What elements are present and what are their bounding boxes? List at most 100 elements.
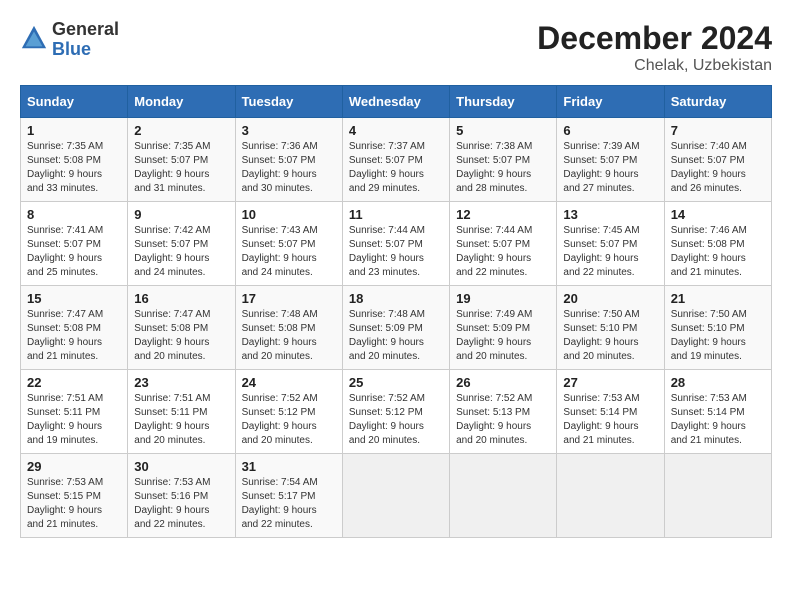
- day-number: 27: [563, 375, 657, 390]
- calendar-week-5: 29 Sunrise: 7:53 AM Sunset: 5:15 PM Dayl…: [21, 454, 772, 538]
- calendar-cell: [342, 454, 449, 538]
- day-detail: Sunrise: 7:44 AM Sunset: 5:07 PM Dayligh…: [456, 224, 550, 280]
- day-detail: Sunrise: 7:47 AM Sunset: 5:08 PM Dayligh…: [27, 308, 121, 364]
- calendar-week-2: 8 Sunrise: 7:41 AM Sunset: 5:07 PM Dayli…: [21, 202, 772, 286]
- day-detail: Sunrise: 7:51 AM Sunset: 5:11 PM Dayligh…: [27, 392, 121, 448]
- day-detail: Sunrise: 7:50 AM Sunset: 5:10 PM Dayligh…: [563, 308, 657, 364]
- calendar-cell: 15 Sunrise: 7:47 AM Sunset: 5:08 PM Dayl…: [21, 286, 128, 370]
- title-area: December 2024 Chelak, Uzbekistan: [537, 20, 772, 75]
- calendar-cell: [557, 454, 664, 538]
- subtitle: Chelak, Uzbekistan: [537, 57, 772, 75]
- day-number: 7: [671, 123, 765, 138]
- day-number: 26: [456, 375, 550, 390]
- col-saturday: Saturday: [664, 86, 771, 118]
- calendar-cell: 17 Sunrise: 7:48 AM Sunset: 5:08 PM Dayl…: [235, 286, 342, 370]
- logo-icon: [20, 24, 48, 57]
- day-number: 1: [27, 123, 121, 138]
- calendar-cell: 19 Sunrise: 7:49 AM Sunset: 5:09 PM Dayl…: [450, 286, 557, 370]
- day-detail: Sunrise: 7:35 AM Sunset: 5:08 PM Dayligh…: [27, 140, 121, 196]
- calendar-cell: 29 Sunrise: 7:53 AM Sunset: 5:15 PM Dayl…: [21, 454, 128, 538]
- day-number: 2: [134, 123, 228, 138]
- calendar-cell: 5 Sunrise: 7:38 AM Sunset: 5:07 PM Dayli…: [450, 118, 557, 202]
- day-detail: Sunrise: 7:46 AM Sunset: 5:08 PM Dayligh…: [671, 224, 765, 280]
- day-detail: Sunrise: 7:52 AM Sunset: 5:12 PM Dayligh…: [242, 392, 336, 448]
- day-number: 31: [242, 459, 336, 474]
- day-number: 17: [242, 291, 336, 306]
- col-tuesday: Tuesday: [235, 86, 342, 118]
- day-detail: Sunrise: 7:50 AM Sunset: 5:10 PM Dayligh…: [671, 308, 765, 364]
- day-number: 21: [671, 291, 765, 306]
- calendar-week-4: 22 Sunrise: 7:51 AM Sunset: 5:11 PM Dayl…: [21, 370, 772, 454]
- day-number: 14: [671, 207, 765, 222]
- day-detail: Sunrise: 7:49 AM Sunset: 5:09 PM Dayligh…: [456, 308, 550, 364]
- day-detail: Sunrise: 7:47 AM Sunset: 5:08 PM Dayligh…: [134, 308, 228, 364]
- col-wednesday: Wednesday: [342, 86, 449, 118]
- calendar-header-row: Sunday Monday Tuesday Wednesday Thursday…: [21, 86, 772, 118]
- day-number: 3: [242, 123, 336, 138]
- day-number: 4: [349, 123, 443, 138]
- day-detail: Sunrise: 7:43 AM Sunset: 5:07 PM Dayligh…: [242, 224, 336, 280]
- day-number: 25: [349, 375, 443, 390]
- day-detail: Sunrise: 7:51 AM Sunset: 5:11 PM Dayligh…: [134, 392, 228, 448]
- calendar-cell: 26 Sunrise: 7:52 AM Sunset: 5:13 PM Dayl…: [450, 370, 557, 454]
- day-detail: Sunrise: 7:53 AM Sunset: 5:16 PM Dayligh…: [134, 476, 228, 532]
- day-number: 5: [456, 123, 550, 138]
- page-container: General Blue December 2024 Chelak, Uzbek…: [20, 20, 772, 538]
- day-number: 19: [456, 291, 550, 306]
- day-number: 30: [134, 459, 228, 474]
- header: General Blue December 2024 Chelak, Uzbek…: [20, 20, 772, 75]
- calendar-cell: 3 Sunrise: 7:36 AM Sunset: 5:07 PM Dayli…: [235, 118, 342, 202]
- day-number: 9: [134, 207, 228, 222]
- calendar-cell: 9 Sunrise: 7:42 AM Sunset: 5:07 PM Dayli…: [128, 202, 235, 286]
- day-number: 13: [563, 207, 657, 222]
- day-detail: Sunrise: 7:38 AM Sunset: 5:07 PM Dayligh…: [456, 140, 550, 196]
- day-number: 11: [349, 207, 443, 222]
- calendar-cell: 2 Sunrise: 7:35 AM Sunset: 5:07 PM Dayli…: [128, 118, 235, 202]
- day-number: 24: [242, 375, 336, 390]
- calendar-cell: 11 Sunrise: 7:44 AM Sunset: 5:07 PM Dayl…: [342, 202, 449, 286]
- day-detail: Sunrise: 7:35 AM Sunset: 5:07 PM Dayligh…: [134, 140, 228, 196]
- calendar-week-3: 15 Sunrise: 7:47 AM Sunset: 5:08 PM Dayl…: [21, 286, 772, 370]
- calendar-cell: 4 Sunrise: 7:37 AM Sunset: 5:07 PM Dayli…: [342, 118, 449, 202]
- calendar-cell: [450, 454, 557, 538]
- calendar-cell: 21 Sunrise: 7:50 AM Sunset: 5:10 PM Dayl…: [664, 286, 771, 370]
- calendar-cell: 14 Sunrise: 7:46 AM Sunset: 5:08 PM Dayl…: [664, 202, 771, 286]
- day-detail: Sunrise: 7:37 AM Sunset: 5:07 PM Dayligh…: [349, 140, 443, 196]
- calendar-cell: 28 Sunrise: 7:53 AM Sunset: 5:14 PM Dayl…: [664, 370, 771, 454]
- calendar-cell: 12 Sunrise: 7:44 AM Sunset: 5:07 PM Dayl…: [450, 202, 557, 286]
- day-detail: Sunrise: 7:54 AM Sunset: 5:17 PM Dayligh…: [242, 476, 336, 532]
- calendar-cell: 7 Sunrise: 7:40 AM Sunset: 5:07 PM Dayli…: [664, 118, 771, 202]
- day-number: 12: [456, 207, 550, 222]
- logo-text: General Blue: [52, 20, 119, 60]
- calendar-cell: 23 Sunrise: 7:51 AM Sunset: 5:11 PM Dayl…: [128, 370, 235, 454]
- day-detail: Sunrise: 7:39 AM Sunset: 5:07 PM Dayligh…: [563, 140, 657, 196]
- calendar-cell: 27 Sunrise: 7:53 AM Sunset: 5:14 PM Dayl…: [557, 370, 664, 454]
- day-detail: Sunrise: 7:44 AM Sunset: 5:07 PM Dayligh…: [349, 224, 443, 280]
- day-detail: Sunrise: 7:45 AM Sunset: 5:07 PM Dayligh…: [563, 224, 657, 280]
- calendar-cell: 16 Sunrise: 7:47 AM Sunset: 5:08 PM Dayl…: [128, 286, 235, 370]
- calendar-cell: 18 Sunrise: 7:48 AM Sunset: 5:09 PM Dayl…: [342, 286, 449, 370]
- calendar-cell: 13 Sunrise: 7:45 AM Sunset: 5:07 PM Dayl…: [557, 202, 664, 286]
- calendar-cell: 22 Sunrise: 7:51 AM Sunset: 5:11 PM Dayl…: [21, 370, 128, 454]
- calendar-cell: 6 Sunrise: 7:39 AM Sunset: 5:07 PM Dayli…: [557, 118, 664, 202]
- day-number: 16: [134, 291, 228, 306]
- calendar-cell: [664, 454, 771, 538]
- day-detail: Sunrise: 7:42 AM Sunset: 5:07 PM Dayligh…: [134, 224, 228, 280]
- day-number: 18: [349, 291, 443, 306]
- day-detail: Sunrise: 7:53 AM Sunset: 5:14 PM Dayligh…: [671, 392, 765, 448]
- day-detail: Sunrise: 7:52 AM Sunset: 5:13 PM Dayligh…: [456, 392, 550, 448]
- day-detail: Sunrise: 7:36 AM Sunset: 5:07 PM Dayligh…: [242, 140, 336, 196]
- calendar-cell: 31 Sunrise: 7:54 AM Sunset: 5:17 PM Dayl…: [235, 454, 342, 538]
- day-detail: Sunrise: 7:48 AM Sunset: 5:08 PM Dayligh…: [242, 308, 336, 364]
- day-number: 22: [27, 375, 121, 390]
- day-detail: Sunrise: 7:41 AM Sunset: 5:07 PM Dayligh…: [27, 224, 121, 280]
- day-number: 15: [27, 291, 121, 306]
- calendar-cell: 1 Sunrise: 7:35 AM Sunset: 5:08 PM Dayli…: [21, 118, 128, 202]
- col-friday: Friday: [557, 86, 664, 118]
- calendar-cell: 20 Sunrise: 7:50 AM Sunset: 5:10 PM Dayl…: [557, 286, 664, 370]
- col-sunday: Sunday: [21, 86, 128, 118]
- day-detail: Sunrise: 7:53 AM Sunset: 5:14 PM Dayligh…: [563, 392, 657, 448]
- logo: General Blue: [20, 20, 119, 60]
- day-detail: Sunrise: 7:48 AM Sunset: 5:09 PM Dayligh…: [349, 308, 443, 364]
- calendar-table: Sunday Monday Tuesday Wednesday Thursday…: [20, 85, 772, 538]
